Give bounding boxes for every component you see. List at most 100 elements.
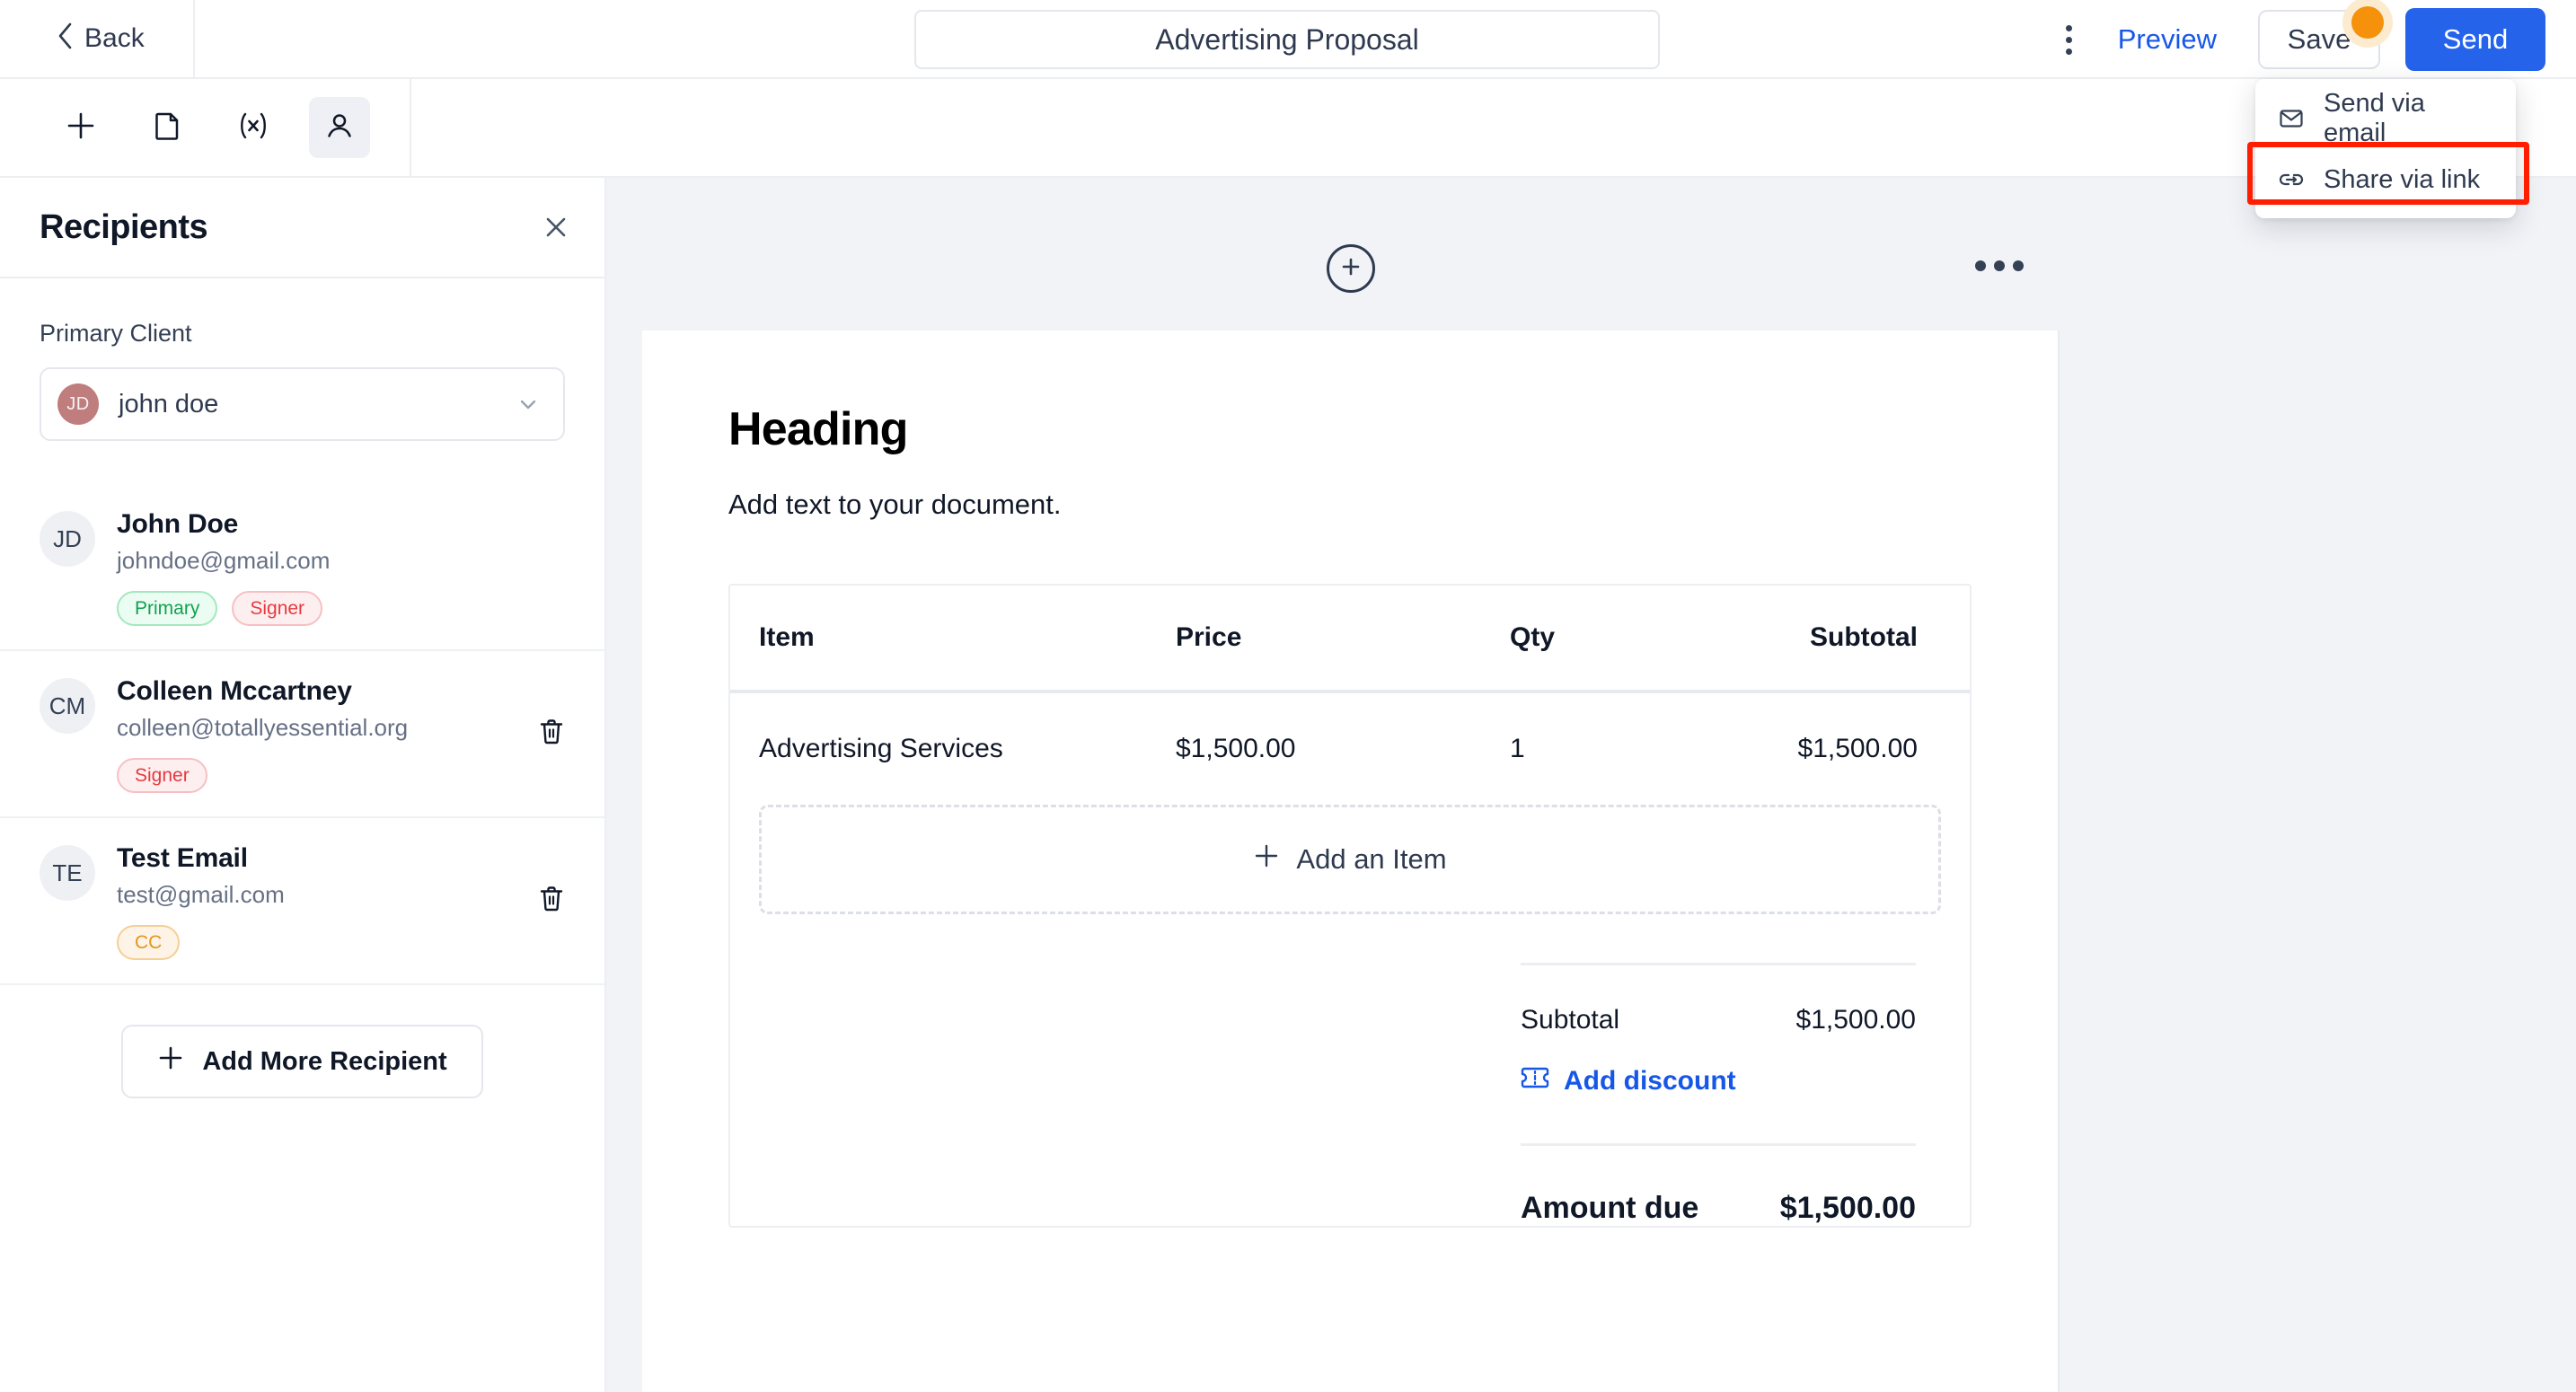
column-header-item: Item	[759, 622, 815, 652]
menu-item-share-via-link[interactable]: Share via link	[2255, 149, 2516, 210]
icon-toolbar-divider	[410, 78, 411, 177]
icon-toolbar	[0, 78, 2576, 178]
table-header-row: Item Price Qty Subtotal	[730, 586, 1970, 693]
primary-client-select[interactable]: JD john doe	[40, 367, 565, 441]
document-body-text[interactable]: Add text to your document.	[728, 489, 1972, 521]
close-icon[interactable]	[542, 213, 570, 242]
document-heading[interactable]: Heading	[728, 402, 1972, 456]
subtotal-label: Subtotal	[1521, 1005, 1620, 1035]
menu-item-label: Share via link	[2324, 164, 2481, 194]
document-title-input[interactable]	[914, 10, 1660, 69]
send-options-menu: Send via email Share via link	[2255, 79, 2516, 218]
block-toolstrip	[642, 178, 2060, 330]
primary-client-value: john doe	[119, 389, 219, 418]
list-item[interactable]: CM Colleen Mccartney colleen@totallyesse…	[0, 651, 604, 818]
cell-qty: 1	[1510, 734, 1525, 763]
variables-button[interactable]	[223, 97, 284, 158]
unsaved-changes-badge	[2351, 6, 2384, 39]
menu-item-label: Send via email	[2324, 89, 2425, 147]
table-row[interactable]: Advertising Services $1,500.00 1 $1,500.…	[730, 693, 1970, 805]
recipient-info: Colleen Mccartney colleen@totallyessenti…	[117, 676, 565, 793]
add-more-recipient-label: Add More Recipient	[202, 1046, 447, 1076]
variable-icon	[236, 110, 270, 145]
more-vertical-icon[interactable]	[2044, 14, 2095, 65]
trash-icon[interactable]	[538, 718, 565, 751]
column-header-subtotal: Subtotal	[1810, 622, 1918, 652]
add-discount-label: Add discount	[1564, 1066, 1736, 1096]
back-label: Back	[84, 23, 145, 53]
document-content: Heading Add text to your document. Item …	[642, 330, 2058, 1228]
add-an-item-label: Add an Item	[1296, 843, 1447, 875]
link-icon	[2279, 167, 2304, 192]
plus-icon	[1253, 842, 1280, 877]
badge-group: CC	[117, 925, 565, 960]
recipients-sidebar: Recipients Primary Client JD john doe JD…	[0, 178, 606, 1392]
recipient-info: Test Email test@gmail.com CC	[117, 843, 565, 960]
plus-icon	[157, 1044, 184, 1079]
top-bar: Back Preview Save Send	[0, 0, 2576, 79]
primary-client-label: Primary Client	[40, 320, 192, 347]
status-badge: CC	[117, 925, 181, 960]
preview-button[interactable]: Preview	[2118, 23, 2217, 56]
page-title: Recipients	[40, 207, 208, 246]
recipient-email: colleen@totallyessential.org	[117, 714, 409, 741]
chevron-left-icon	[56, 22, 74, 56]
totals-section: Subtotal $1,500.00 Add discount Amount d…	[1521, 963, 1941, 1226]
subtotal-value: $1,500.00	[1795, 1005, 1916, 1035]
file-icon	[153, 110, 181, 145]
column-header-qty: Qty	[1510, 622, 1556, 652]
toolbar-divider	[192, 0, 195, 78]
plus-icon	[66, 110, 96, 145]
add-an-item-button[interactable]: Add an Item	[759, 805, 1941, 914]
add-block-button[interactable]	[1327, 244, 1375, 293]
recipient-name: John Doe	[117, 509, 239, 539]
ticket-icon	[1521, 1066, 1549, 1097]
avatar: TE	[40, 845, 95, 901]
recipients-list: JD John Doe johndoe@gmail.com Primary Si…	[0, 484, 604, 985]
badge-group: Primary Signer	[117, 591, 565, 626]
document-canvas: Heading Add text to your document. Item …	[606, 178, 2576, 1392]
recipient-name: Test Email	[117, 843, 248, 873]
trash-icon[interactable]	[538, 885, 565, 918]
avatar: CM	[40, 678, 95, 734]
menu-item-send-via-email[interactable]: Send via email	[2255, 88, 2516, 149]
send-button[interactable]: Send	[2405, 8, 2545, 71]
avatar: JD	[57, 383, 99, 425]
document-page: Heading Add text to your document. Item …	[642, 330, 2060, 1392]
document-title-wrap	[914, 10, 1660, 69]
recipient-name: Colleen Mccartney	[117, 676, 352, 706]
add-more-recipient-wrap: Add More Recipient	[0, 1025, 604, 1098]
column-header-price: Price	[1176, 622, 1242, 652]
cell-item: Advertising Services	[759, 734, 1003, 763]
pages-button[interactable]	[137, 97, 198, 158]
amount-due-label: Amount due	[1521, 1191, 1699, 1225]
amount-due-row: Amount due $1,500.00	[1521, 1146, 1916, 1226]
add-more-recipient-button[interactable]: Add More Recipient	[121, 1025, 483, 1098]
recipient-info: John Doe johndoe@gmail.com Primary Signe…	[117, 509, 565, 626]
status-badge: Signer	[232, 591, 323, 626]
recipient-email: johndoe@gmail.com	[117, 547, 331, 574]
status-badge: Primary	[117, 591, 218, 626]
chevron-down-icon	[516, 392, 540, 416]
recipient-email: test@gmail.com	[117, 881, 285, 908]
list-item[interactable]: JD John Doe johndoe@gmail.com Primary Si…	[0, 484, 604, 651]
avatar: JD	[40, 511, 95, 567]
status-badge: Signer	[117, 758, 207, 793]
top-bar-actions: Preview Save Send	[2044, 0, 2545, 79]
add-discount-button[interactable]: Add discount	[1521, 1066, 1916, 1097]
sidebar-header: Recipients	[0, 178, 604, 278]
plus-circle-icon	[1338, 254, 1363, 284]
amount-due-value: $1,500.00	[1779, 1191, 1916, 1225]
more-horizontal-icon[interactable]	[1975, 260, 2024, 271]
save-button-wrap: Save	[2258, 0, 2393, 69]
list-item[interactable]: TE Test Email test@gmail.com CC	[0, 818, 604, 985]
add-element-button[interactable]	[50, 97, 111, 158]
subtotal-row: Subtotal $1,500.00	[1521, 965, 1916, 1035]
cell-price: $1,500.00	[1176, 734, 1296, 763]
person-icon	[324, 110, 355, 145]
back-button[interactable]: Back	[56, 22, 145, 56]
mail-icon	[2279, 106, 2304, 131]
items-table: Item Price Qty Subtotal Advertising Serv…	[728, 584, 1972, 1228]
cell-subtotal: $1,500.00	[1797, 734, 1918, 763]
recipients-button[interactable]	[309, 97, 370, 158]
